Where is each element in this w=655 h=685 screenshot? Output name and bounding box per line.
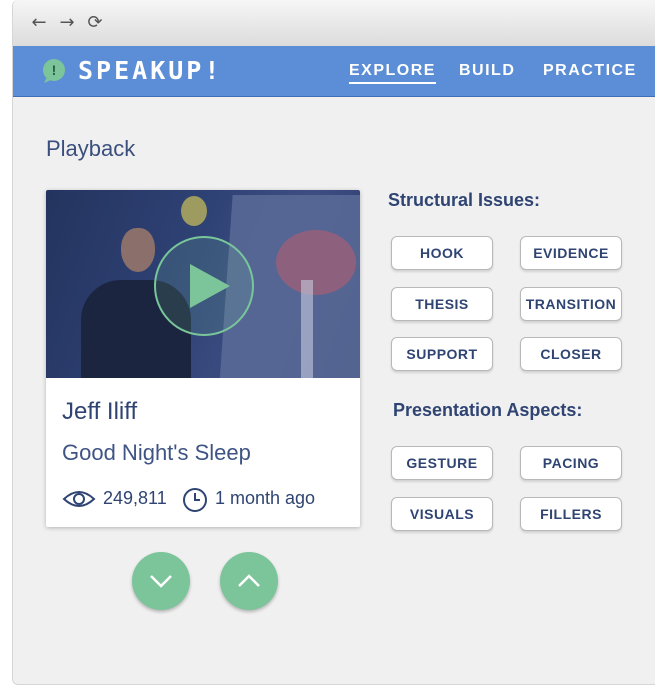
structural-issues-heading: Structural Issues: bbox=[388, 190, 541, 210]
play-icon bbox=[190, 264, 230, 308]
chip-visuals[interactable]: VISUALS bbox=[391, 497, 493, 531]
chip-fillers[interactable]: FILLERS bbox=[520, 497, 622, 531]
chip-gesture[interactable]: GESTURE bbox=[391, 446, 493, 480]
video-card: Jeff Iliff Good Night's Sleep 249,811 1 … bbox=[46, 190, 360, 527]
speaker-name: Jeff Iliff bbox=[62, 398, 138, 425]
play-button[interactable] bbox=[154, 236, 254, 336]
chevron-down-icon bbox=[150, 575, 172, 588]
arrow-right-icon[interactable]: → bbox=[57, 12, 77, 34]
video-thumbnail[interactable] bbox=[46, 190, 360, 378]
presentation-aspects-heading: Presentation Aspects: bbox=[393, 400, 583, 420]
chip-evidence[interactable]: EVIDENCE bbox=[520, 236, 622, 270]
chip-thesis[interactable]: THESIS bbox=[391, 287, 493, 321]
upload-age: 1 month ago bbox=[215, 488, 316, 508]
clock-icon bbox=[183, 488, 207, 512]
scroll-up-button[interactable] bbox=[220, 552, 278, 610]
page-title: Playback bbox=[46, 136, 136, 161]
scroll-down-button[interactable] bbox=[132, 552, 190, 610]
talk-title[interactable]: Good Night's Sleep bbox=[62, 440, 251, 466]
chip-pacing[interactable]: PACING bbox=[520, 446, 622, 480]
chip-closer[interactable]: CLOSER bbox=[520, 337, 622, 371]
app-header: ! SPEAKUP! EXPLORE BUILD PRACTICE bbox=[13, 46, 655, 97]
browser-toolbar: ← → ⟳ bbox=[13, 0, 655, 46]
nav-build[interactable]: BUILD bbox=[459, 62, 515, 80]
chip-support[interactable]: SUPPORT bbox=[391, 337, 493, 371]
chip-hook[interactable]: HOOK bbox=[391, 236, 493, 270]
nav-practice[interactable]: PRACTICE bbox=[543, 62, 637, 80]
nav-explore[interactable]: EXPLORE bbox=[349, 62, 436, 84]
chip-transition[interactable]: TRANSITION bbox=[520, 287, 622, 321]
view-count: 249,811 bbox=[103, 488, 167, 508]
logo-icon: ! bbox=[43, 59, 65, 81]
reload-icon[interactable]: ⟳ bbox=[85, 12, 105, 34]
browser-window: ← → ⟳ ! SPEAKUP! EXPLORE BUILD PRACTICE … bbox=[12, 0, 655, 685]
chevron-up-icon bbox=[238, 574, 260, 587]
arrow-left-icon[interactable]: ← bbox=[29, 12, 49, 34]
app-logo[interactable]: SPEAKUP! bbox=[78, 56, 222, 85]
eye-icon bbox=[62, 491, 96, 507]
